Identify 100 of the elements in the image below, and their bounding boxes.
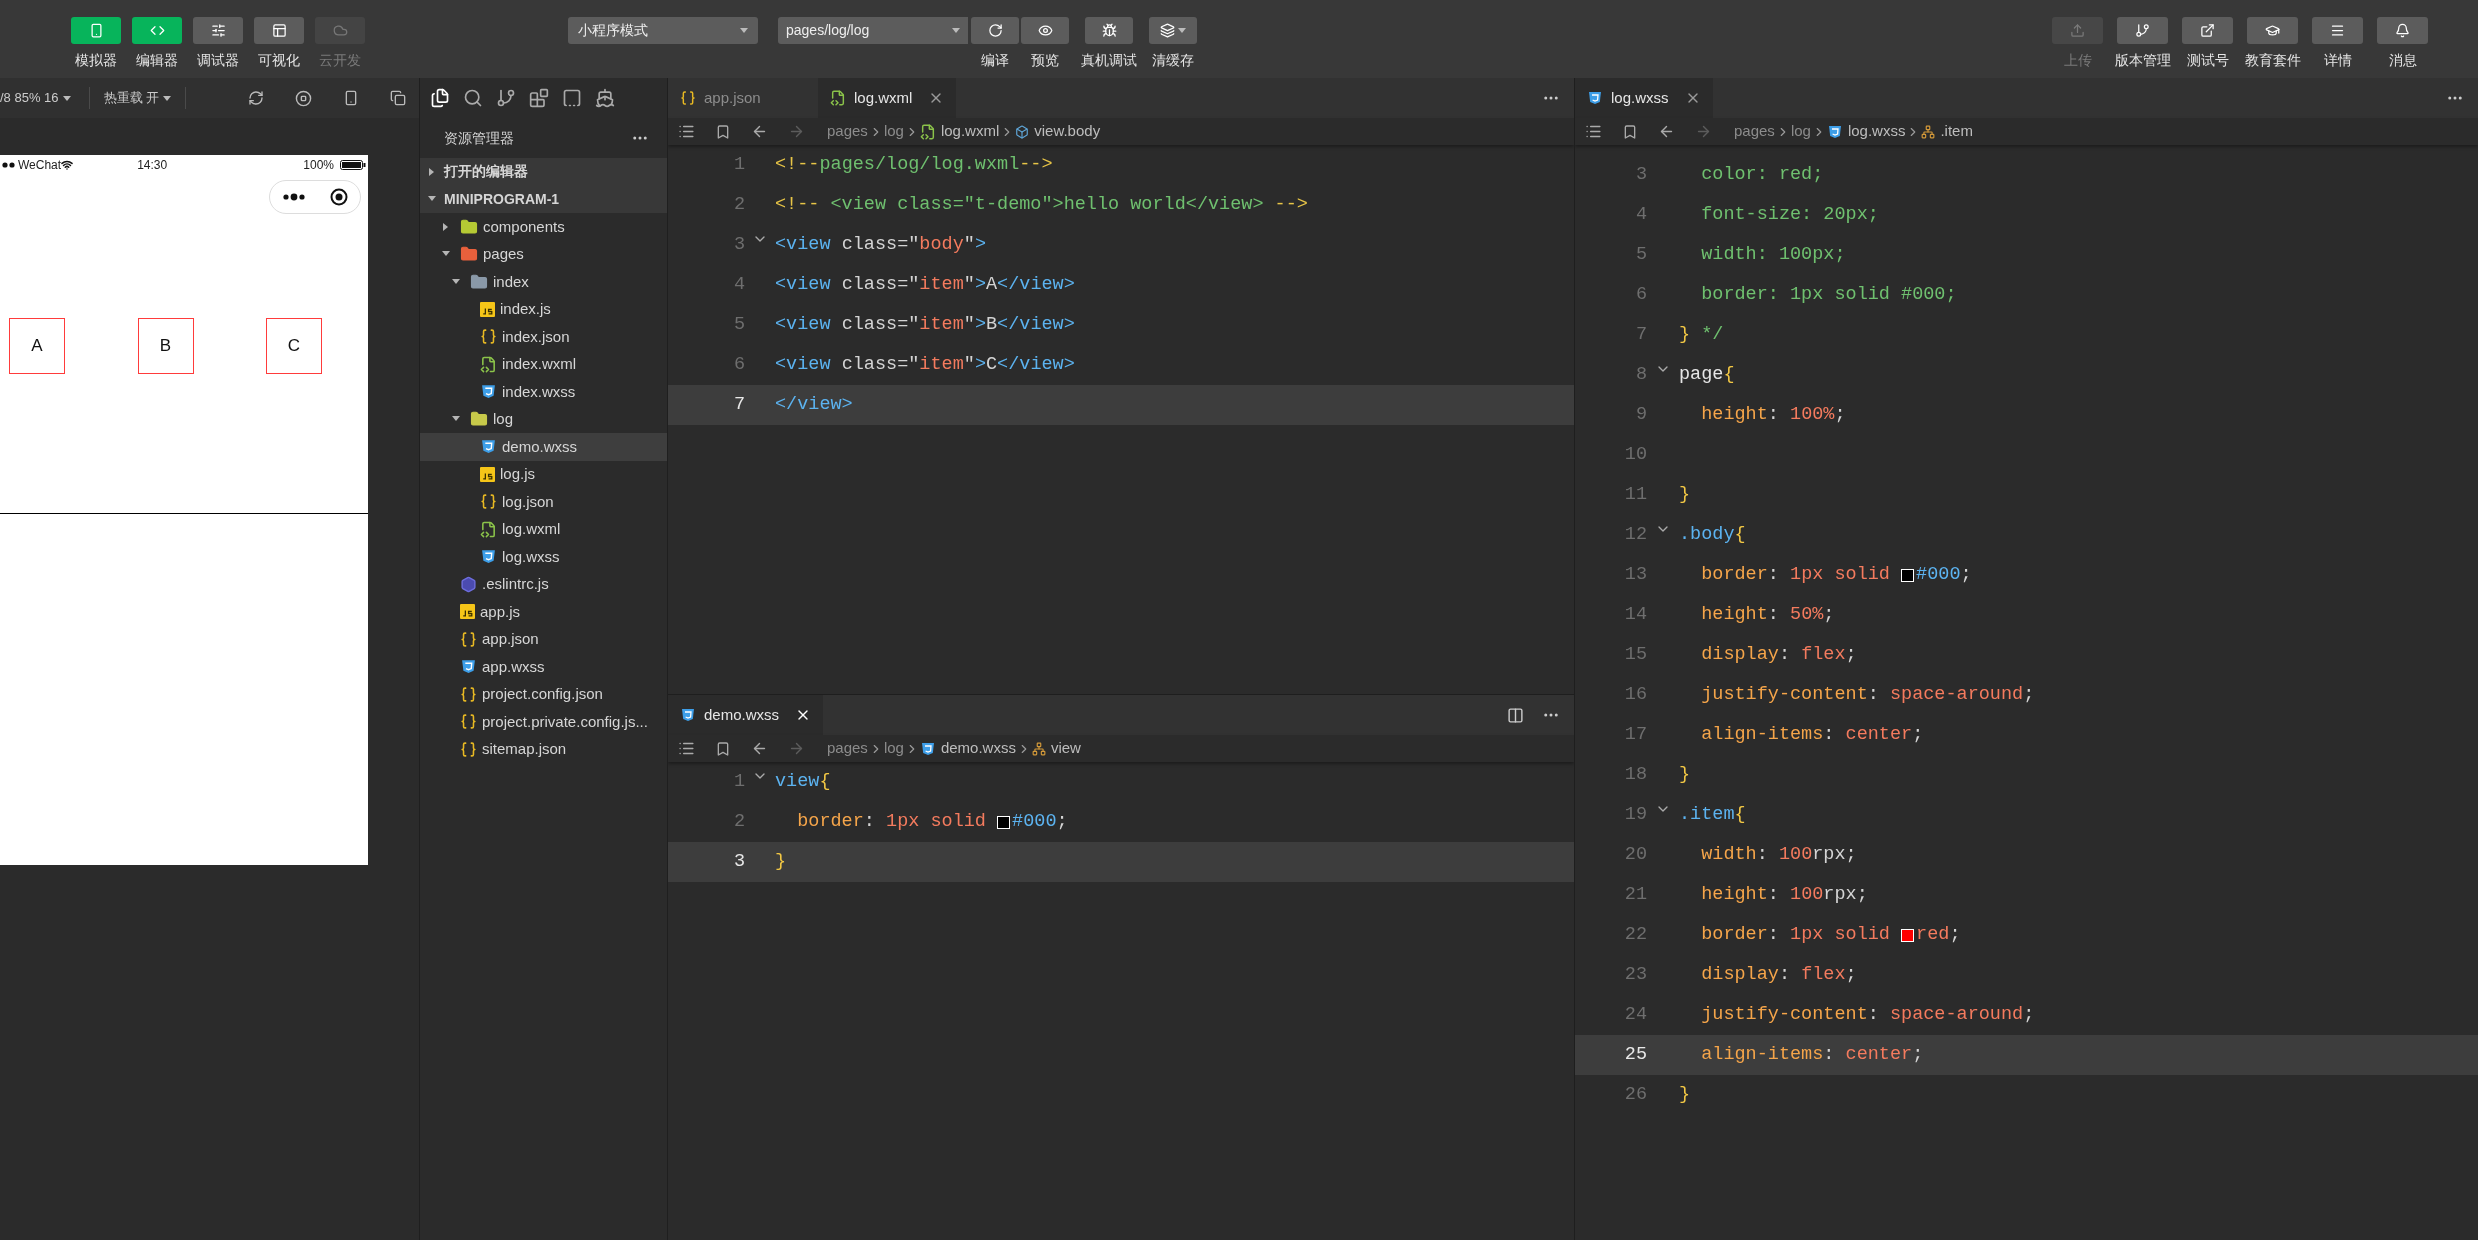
- folder-item[interactable]: index: [420, 268, 667, 296]
- breadcrumb-item[interactable]: pages: [827, 120, 868, 143]
- back-arrow-icon[interactable]: [1658, 123, 1675, 140]
- line-number: 1: [732, 770, 745, 795]
- code-text: }: [1679, 1083, 1691, 1108]
- branch-icon[interactable]: [496, 88, 516, 108]
- breadcrumb-item[interactable]: pages: [827, 737, 868, 760]
- toolbar-icon-button[interactable]: [1085, 17, 1133, 44]
- mode-button[interactable]: [254, 17, 304, 44]
- split-editor-icon[interactable]: [1507, 706, 1524, 724]
- file-item[interactable]: app.js: [420, 598, 667, 626]
- folder-item[interactable]: pages: [420, 240, 667, 268]
- capsule-button[interactable]: [269, 180, 361, 214]
- file-item[interactable]: index.wxss: [420, 378, 667, 406]
- file-item[interactable]: log.wxml: [420, 515, 667, 543]
- file-item[interactable]: index.json: [420, 323, 667, 351]
- code-text: height: 100%;: [1700, 403, 1846, 428]
- folder-item[interactable]: components: [420, 213, 667, 241]
- branch-icon: [2135, 23, 2150, 38]
- file-item[interactable]: app.wxss: [420, 653, 667, 681]
- editor-tab[interactable]: log.wxml: [818, 78, 957, 118]
- code-file-icon: [830, 90, 846, 106]
- code-text: .item{: [1679, 803, 1746, 828]
- folder-item[interactable]: log: [420, 405, 667, 433]
- item-box: A: [9, 318, 65, 374]
- code-text: </view>: [775, 393, 853, 418]
- breadcrumb-item[interactable]: .item: [1921, 120, 1973, 143]
- css-file-icon: [480, 383, 497, 401]
- signal-dots-icon: [2, 162, 16, 168]
- breadcrumb-item[interactable]: pages: [1734, 120, 1775, 143]
- bookmark-icon[interactable]: [1622, 123, 1638, 140]
- section-header[interactable]: 打开的编辑器: [420, 158, 667, 186]
- editor-tab[interactable]: demo.wxss: [668, 695, 824, 735]
- list-icon[interactable]: [1585, 123, 1602, 140]
- more-dots-icon[interactable]: [282, 193, 306, 201]
- breadcrumb-item[interactable]: log: [883, 120, 904, 143]
- bell-icon: [2395, 23, 2410, 38]
- ship-icon[interactable]: [595, 88, 615, 108]
- file-item[interactable]: project.config.json: [420, 680, 667, 708]
- toolbar-icon-button[interactable]: [971, 17, 1019, 44]
- line-number: 22: [1623, 923, 1647, 948]
- breadcrumb-item[interactable]: view.body: [1015, 120, 1101, 143]
- bookmark-icon[interactable]: [715, 740, 731, 757]
- breadcrumb-item[interactable]: log.wxss: [1826, 120, 1906, 143]
- code-text: view{: [775, 770, 831, 795]
- toolbar-icon-button[interactable]: [2247, 17, 2298, 44]
- file-item[interactable]: log.js: [420, 460, 667, 488]
- toolbar-icon-button[interactable]: [2377, 17, 2428, 44]
- code-text: align-items: center;: [1700, 1043, 1924, 1068]
- file-item[interactable]: project.private.config.js...: [420, 708, 667, 736]
- file-item[interactable]: log.wxss: [420, 543, 667, 571]
- list-icon[interactable]: [678, 740, 695, 757]
- record-icon[interactable]: [330, 188, 348, 206]
- refresh-icon[interactable]: [248, 90, 265, 106]
- code-text: height: 50%;: [1700, 603, 1835, 628]
- toolbar-icon-button[interactable]: [1149, 17, 1197, 44]
- braces-icon: [460, 685, 477, 703]
- toolbar-icon-button[interactable]: [2312, 17, 2363, 44]
- back-arrow-icon[interactable]: [751, 123, 768, 140]
- file-item[interactable]: .eslintrc.js: [420, 570, 667, 598]
- color-swatch[interactable]: [1901, 568, 1915, 582]
- section-header[interactable]: MINIPROGRAM-1: [420, 185, 667, 213]
- toolbar-icon-button[interactable]: [1021, 17, 1069, 44]
- editor-tab[interactable]: log.wxss: [1575, 78, 1713, 118]
- page-select[interactable]: pages/log/log: [778, 17, 968, 44]
- hexagon-icon: [460, 575, 477, 593]
- blocks-icon[interactable]: [529, 88, 549, 108]
- device-select[interactable]: /8 85% 16: [0, 78, 81, 118]
- mode-select[interactable]: 小程序模式: [568, 17, 758, 44]
- file-item[interactable]: demo.wxss: [420, 433, 667, 461]
- windows-icon[interactable]: [390, 90, 407, 106]
- line-number: 24: [1623, 1003, 1647, 1028]
- braces-icon: [680, 90, 696, 106]
- file-item[interactable]: sitemap.json: [420, 735, 667, 763]
- breadcrumb-item[interactable]: log.wxml: [919, 120, 1000, 143]
- list-icon[interactable]: [678, 123, 695, 140]
- panel-icon[interactable]: [562, 88, 582, 108]
- file-item[interactable]: app.json: [420, 625, 667, 653]
- code-file-icon: [480, 355, 497, 373]
- toolbar-icon-button[interactable]: [2117, 17, 2168, 44]
- stop-icon[interactable]: [295, 89, 313, 107]
- bookmark-icon[interactable]: [715, 123, 731, 140]
- panel-title: 资源管理器: [444, 128, 514, 148]
- toolbar-icon-button[interactable]: [2182, 17, 2233, 44]
- button-label: 测试号: [2186, 51, 2229, 70]
- breadcrumb-item[interactable]: log: [1790, 120, 1811, 143]
- mode-button[interactable]: [193, 17, 243, 44]
- breadcrumb-item[interactable]: demo.wxss: [919, 737, 1016, 760]
- color-swatch[interactable]: [997, 815, 1011, 829]
- file-item[interactable]: index.js: [420, 295, 667, 323]
- breadcrumb-item[interactable]: log: [883, 737, 904, 760]
- search-icon[interactable]: [463, 88, 483, 108]
- color-swatch[interactable]: [1901, 928, 1915, 942]
- files-icon[interactable]: [430, 88, 450, 108]
- hot-reload-select[interactable]: 热重载 开: [89, 78, 186, 118]
- breadcrumb-item[interactable]: view: [1031, 737, 1081, 760]
- line-number: 15: [1623, 643, 1647, 668]
- file-item[interactable]: index.wxml: [420, 350, 667, 378]
- line-number: 26: [1623, 1083, 1647, 1108]
- file-item[interactable]: log.json: [420, 488, 667, 516]
